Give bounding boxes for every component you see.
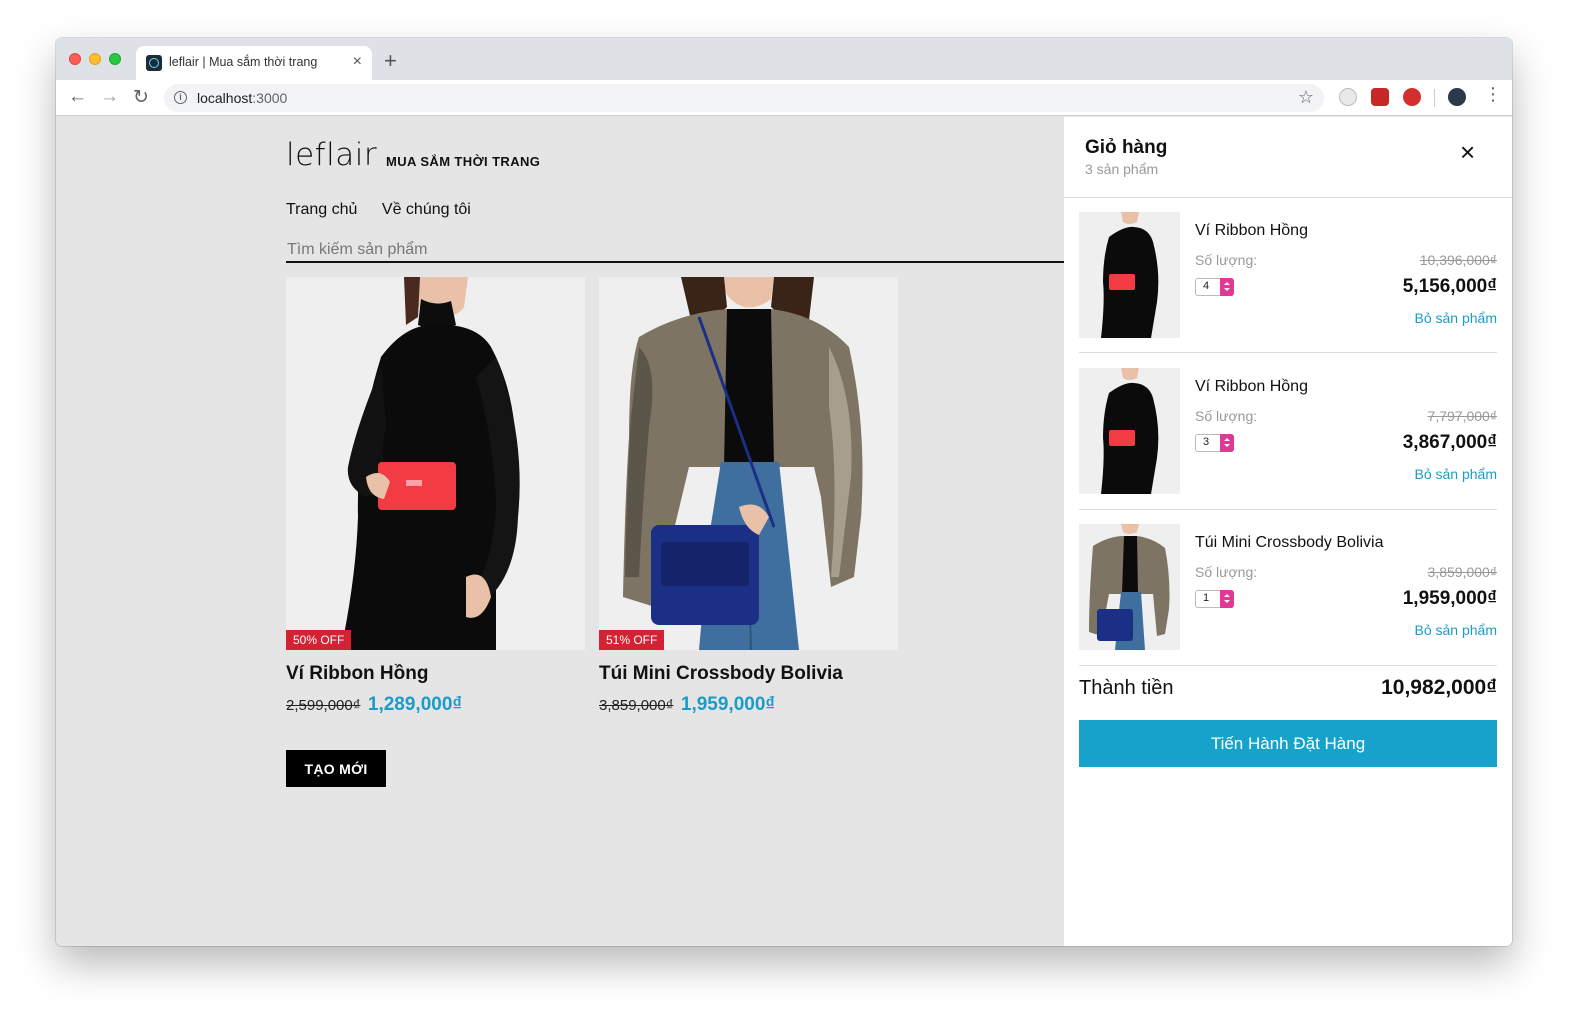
total-value: 10,982,000₫	[1381, 676, 1497, 699]
quantity-stepper[interactable]: 3	[1195, 434, 1234, 452]
tab-strip: leflair | Mua sắm thời trang × +	[56, 38, 1512, 80]
page-viewport: leflair MUA SẮM THỜI TRANG Trang chủ Về …	[56, 117, 1512, 946]
original-price: 2,599,000₫	[286, 697, 361, 714]
sale-price: 1,289,000₫	[367, 694, 463, 715]
product-image[interactable]: 51% OFF	[599, 277, 898, 650]
extension-icon[interactable]	[1371, 88, 1389, 106]
nav-link-about[interactable]: Về chúng tôi	[382, 201, 471, 218]
close-icon[interactable]: ×	[1460, 139, 1475, 165]
bookmark-star-icon[interactable]: ☆	[1298, 87, 1314, 108]
stepper-arrows-icon[interactable]	[1220, 434, 1234, 452]
quantity-value: 4	[1203, 280, 1210, 292]
cart-item-price: 3,867,000₫	[1402, 432, 1497, 453]
remove-item-link[interactable]: Bỏ sản phẩm	[1415, 310, 1498, 326]
quantity-label: Số lượng:	[1195, 408, 1258, 424]
brand-logo[interactable]: leflair	[286, 137, 377, 173]
checkout-button[interactable]: Tiến Hành Đặt Hàng	[1079, 720, 1497, 767]
browser-tab[interactable]: leflair | Mua sắm thời trang ×	[136, 46, 372, 80]
quantity-label: Số lượng:	[1195, 564, 1258, 580]
cart-drawer: Giỏ hàng 3 sản phẩm × Ví Ribbon Hồng Số …	[1064, 117, 1512, 946]
extension-icon[interactable]	[1403, 88, 1421, 106]
cart-item: Túi Mini Crossbody Bolivia Số lượng: 1 3…	[1079, 524, 1497, 650]
forward-arrow-icon[interactable]: →	[100, 86, 119, 108]
total-label: Thành tiền	[1079, 677, 1174, 699]
url-port: :3000	[252, 90, 288, 106]
product-prices: 3,859,000₫ 1,959,000₫	[599, 694, 898, 716]
browser-toolbar: ← → ↻ i localhost:3000 ☆ ⋮	[56, 80, 1512, 116]
cart-item-name: Túi Mini Crossbody Bolivia	[1195, 534, 1384, 551]
cart-total-divider	[1079, 665, 1497, 666]
sale-price: 1,959,000₫	[680, 694, 776, 715]
browser-window: leflair | Mua sắm thời trang × + ← → ↻ i…	[56, 38, 1512, 946]
discount-badge: 50% OFF	[286, 630, 352, 650]
cart-title: Giỏ hàng	[1085, 137, 1168, 158]
stepper-arrows-icon[interactable]	[1220, 278, 1234, 296]
maximize-window-button[interactable]	[109, 53, 121, 65]
cart-item-original-price: 3,859,000₫	[1427, 564, 1497, 580]
quantity-value: 1	[1203, 592, 1210, 604]
product-card[interactable]: 51% OFF Túi Mini Crossbody Bolivia 3,859…	[599, 277, 898, 716]
quantity-stepper[interactable]: 1	[1195, 590, 1234, 608]
stepper-arrows-icon[interactable]	[1220, 590, 1234, 608]
cart-item-name: Ví Ribbon Hồng	[1195, 222, 1308, 239]
cart-item-thumbnail[interactable]	[1079, 212, 1180, 338]
product-card[interactable]: 50% OFF Ví Ribbon Hồng 2,599,000₫ 1,289,…	[286, 277, 585, 716]
model-metallic-jacket-illustration	[599, 277, 898, 650]
profile-avatar-icon[interactable]	[1448, 88, 1466, 106]
react-favicon-icon	[146, 55, 162, 71]
url-host: localhost	[197, 90, 253, 106]
cart-item: Ví Ribbon Hồng Số lượng: 3 7,797,000₫ 3,…	[1079, 368, 1497, 494]
quantity-stepper[interactable]: 4	[1195, 278, 1234, 296]
product-image[interactable]: 50% OFF	[286, 277, 585, 650]
model-black-dress-illustration	[286, 277, 585, 650]
brand-tagline: MUA SẮM THỜI TRANG	[386, 154, 541, 169]
quantity-value: 3	[1203, 436, 1210, 448]
cart-item-original-price: 7,797,000₫	[1427, 408, 1497, 424]
cart-item-divider	[1079, 509, 1497, 510]
toolbar-divider	[1434, 89, 1435, 107]
info-icon[interactable]: i	[174, 91, 187, 104]
back-arrow-icon[interactable]: ←	[68, 86, 87, 108]
main-nav: Trang chủ Về chúng tôi	[286, 201, 491, 219]
remove-item-link[interactable]: Bỏ sản phẩm	[1415, 622, 1498, 638]
nav-link-home[interactable]: Trang chủ	[286, 201, 357, 218]
cart-header-divider	[1064, 197, 1512, 198]
remove-item-link[interactable]: Bỏ sản phẩm	[1415, 466, 1498, 482]
cart-item: Ví Ribbon Hồng Số lượng: 4 10,396,000₫ 5…	[1079, 212, 1497, 338]
minimize-window-button[interactable]	[89, 53, 101, 65]
new-tab-button[interactable]: +	[384, 48, 397, 74]
cart-item-price: 1,959,000₫	[1402, 588, 1497, 609]
create-new-button[interactable]: TẠO MỚI	[286, 750, 386, 787]
cart-item-price: 5,156,000₫	[1402, 276, 1497, 297]
search-input[interactable]	[286, 239, 1064, 263]
cart-item-count: 3 sản phẩm	[1085, 161, 1159, 177]
cart-item-name: Ví Ribbon Hồng	[1195, 378, 1308, 395]
cart-item-divider	[1079, 352, 1497, 353]
product-name[interactable]: Ví Ribbon Hồng	[286, 663, 585, 685]
address-bar[interactable]: i localhost:3000 ☆	[164, 84, 1324, 112]
black-dress-thumbnail-illustration	[1079, 368, 1180, 494]
reload-icon[interactable]: ↻	[133, 86, 149, 109]
tab-title: leflair | Mua sắm thời trang	[169, 55, 318, 69]
discount-badge: 51% OFF	[599, 630, 665, 650]
url-text: localhost:3000	[197, 90, 287, 106]
extension-icon[interactable]	[1339, 88, 1357, 106]
original-price: 3,859,000₫	[599, 697, 674, 714]
quantity-label: Số lượng:	[1195, 252, 1258, 268]
cart-item-original-price: 10,396,000₫	[1419, 252, 1497, 268]
tab-close-icon[interactable]: ×	[353, 53, 362, 71]
close-window-button[interactable]	[69, 53, 81, 65]
browser-menu-icon[interactable]: ⋮	[1484, 84, 1502, 105]
cart-item-thumbnail[interactable]	[1079, 368, 1180, 494]
product-name[interactable]: Túi Mini Crossbody Bolivia	[599, 663, 898, 685]
cart-item-thumbnail[interactable]	[1079, 524, 1180, 650]
black-dress-thumbnail-illustration	[1079, 212, 1180, 338]
product-prices: 2,599,000₫ 1,289,000₫	[286, 694, 585, 716]
metallic-jacket-thumbnail-illustration	[1079, 524, 1180, 650]
